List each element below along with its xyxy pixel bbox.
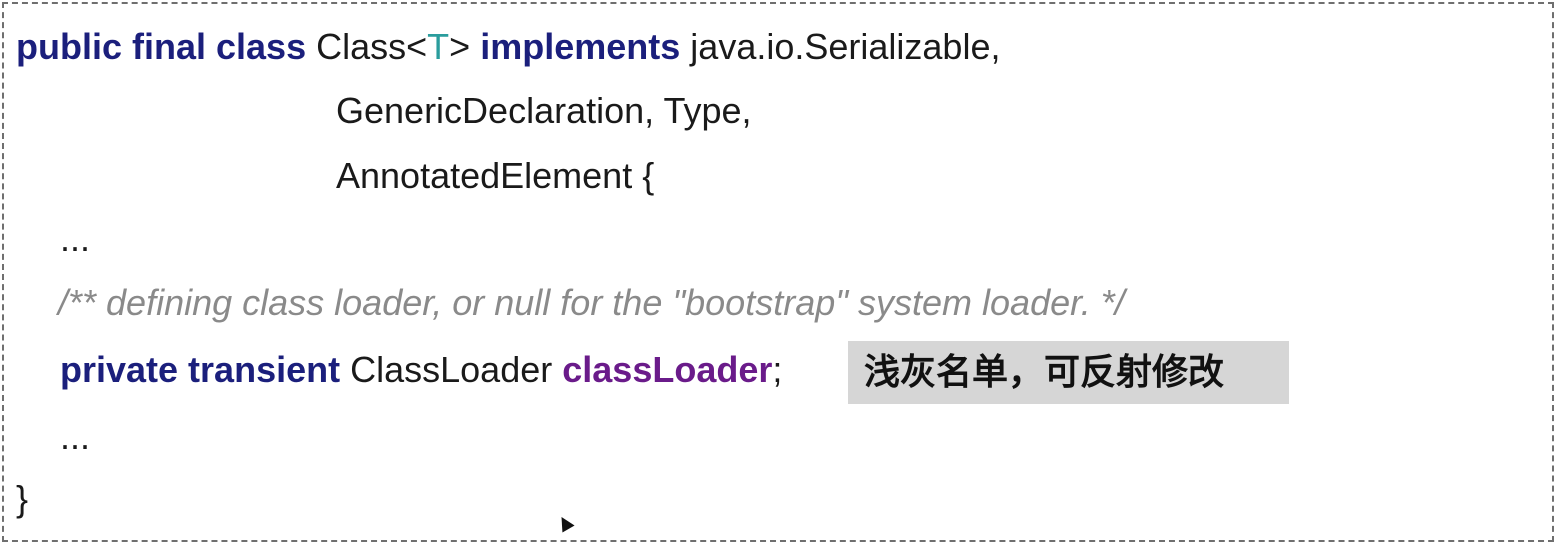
- generic-open: <: [406, 26, 428, 67]
- ellipsis: ...: [60, 218, 91, 259]
- interface-annotated-element: AnnotatedElement {: [336, 155, 655, 196]
- code-line-4: ...: [60, 214, 90, 264]
- field-type: ClassLoader: [350, 349, 553, 390]
- code-line-7: ...: [60, 412, 90, 462]
- code-line-8: }: [16, 474, 28, 524]
- class-name: Class: [316, 26, 407, 67]
- annotation-note: 浅灰名单，可反射修改: [848, 341, 1289, 404]
- code-frame: [2, 2, 1554, 542]
- code-line-2: GenericDeclaration, Type,: [336, 86, 752, 136]
- code-line-3: AnnotatedElement {: [336, 151, 654, 201]
- field-name: classLoader: [562, 349, 773, 390]
- code-line-1: public final class Class<T> implements j…: [16, 22, 1000, 72]
- ellipsis: ...: [60, 416, 91, 457]
- keyword-implements: implements: [480, 26, 681, 67]
- closing-brace: }: [16, 478, 29, 519]
- interface-list: GenericDeclaration, Type,: [336, 90, 752, 131]
- doc-comment: /** defining class loader, or null for t…: [58, 282, 1125, 323]
- code-line-6: private transient ClassLoader classLoade…: [60, 345, 782, 395]
- code-line-5: /** defining class loader, or null for t…: [58, 278, 1125, 328]
- keyword-modifiers: public final class: [16, 26, 307, 67]
- interface-serializable: java.io.Serializable,: [690, 26, 1001, 67]
- semicolon: ;: [772, 349, 783, 390]
- generic-close: >: [449, 26, 471, 67]
- type-parameter: T: [427, 26, 450, 67]
- keyword-modifiers: private transient: [60, 349, 341, 390]
